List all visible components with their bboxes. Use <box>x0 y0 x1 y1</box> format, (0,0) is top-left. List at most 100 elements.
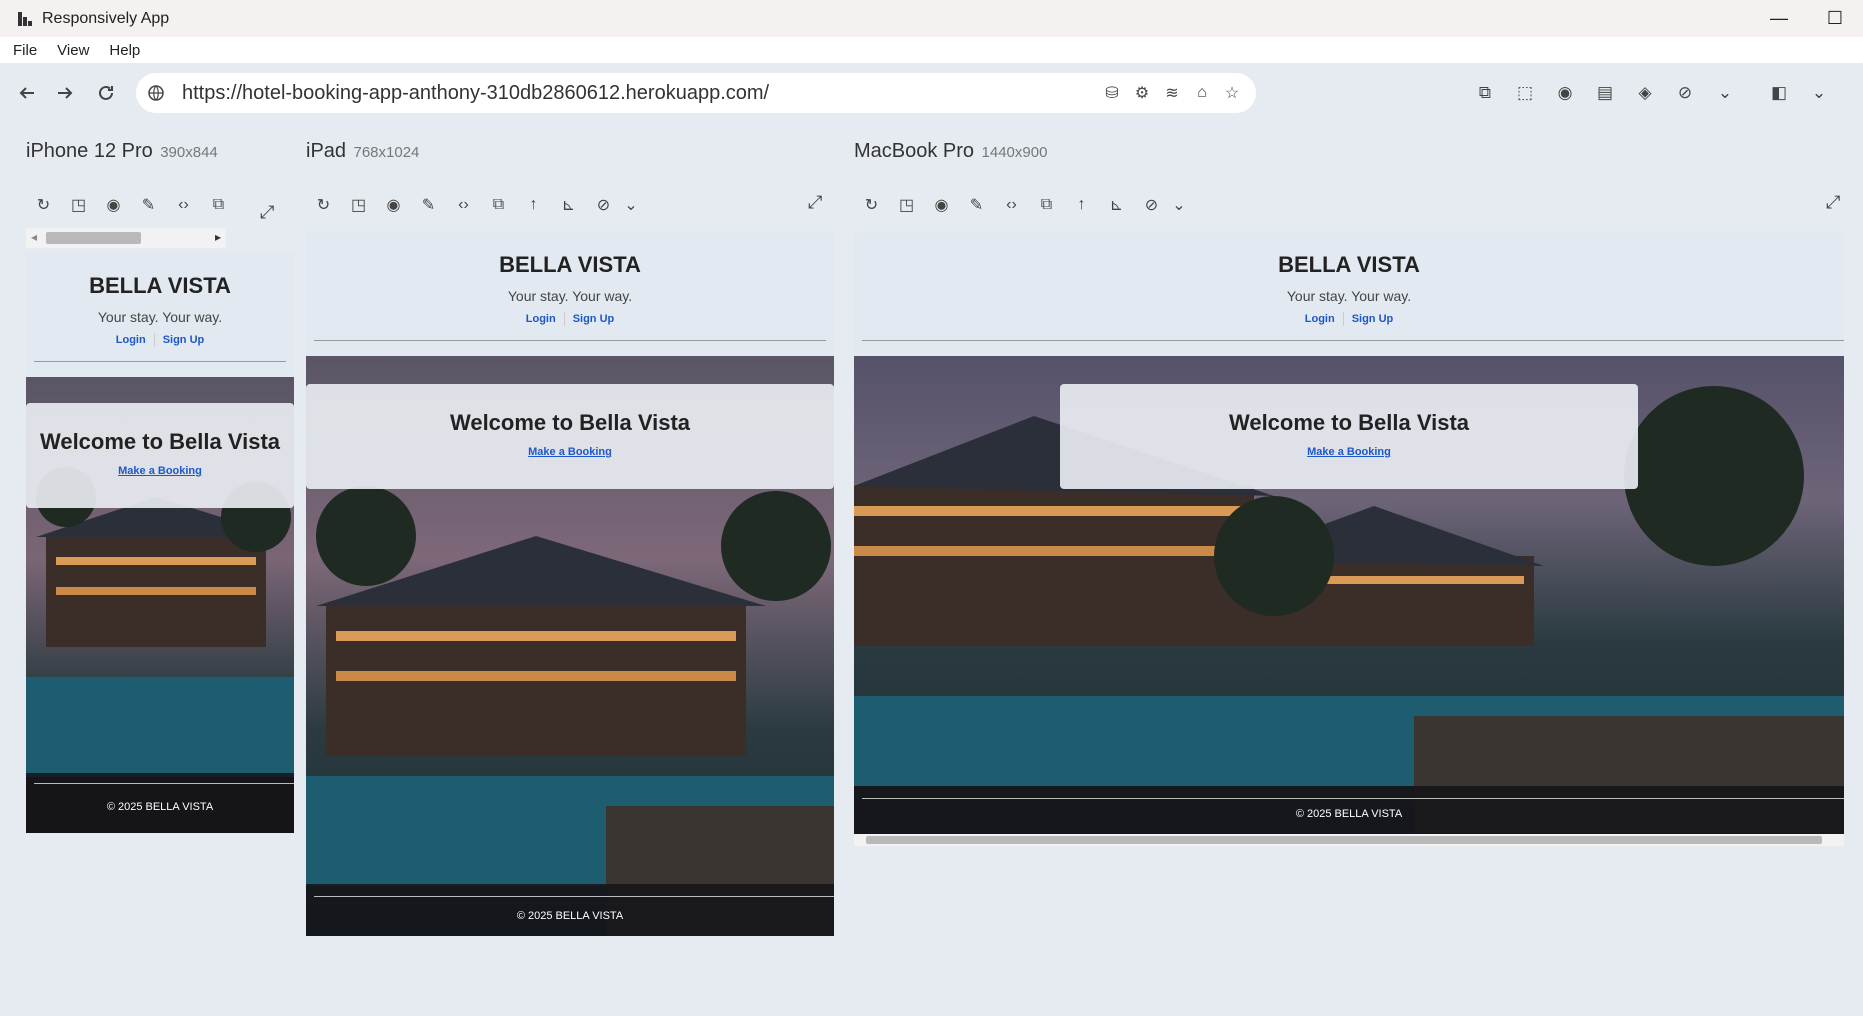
site-header: BELLA VISTA Your stay. Your way. Login S… <box>306 232 834 356</box>
footer-text: © 2025 BELLA VISTA <box>106 801 214 813</box>
device-screen: BELLA VISTA Your stay. Your way. Login S… <box>854 232 1844 834</box>
hide-eye-icon[interactable]: ⊘ <box>586 190 621 220</box>
devtools-icon[interactable]: ✎ <box>959 190 994 220</box>
make-booking-link[interactable]: Make a Booking <box>1307 446 1391 458</box>
hide-eye-icon[interactable]: ⊘ <box>1134 190 1169 220</box>
site-footer: © 2025 BELLA VISTA <box>306 884 834 936</box>
site-footer: © 2025 BELLA VISTA <box>26 773 294 833</box>
scrollbar[interactable]: ◂ ▸ <box>26 228 226 248</box>
screenshot-icon[interactable]: ◉ <box>924 190 959 220</box>
signup-link[interactable]: Sign Up <box>1352 313 1394 325</box>
scroll-up-icon[interactable]: ↑ <box>516 190 551 220</box>
welcome-card: Welcome to Bella Vista Make a Booking <box>26 403 294 508</box>
welcome-card: Welcome to Bella Vista Make a Booking <box>306 384 834 489</box>
site-header: BELLA VISTA Your stay. Your way. Login S… <box>26 253 294 377</box>
rotate-devices-icon[interactable]: ⧉ <box>1470 78 1500 108</box>
screenshot-full-icon[interactable]: ◳ <box>61 190 96 220</box>
globe-icon <box>144 78 168 108</box>
site-tagline: Your stay. Your way. <box>1286 288 1412 304</box>
device-resolution: 1440x900 <box>981 144 1048 161</box>
menu-file[interactable]: File <box>6 42 44 59</box>
app-title: Responsively App <box>42 9 170 27</box>
screenshot-full-icon[interactable]: ◳ <box>889 190 924 220</box>
welcome-card: Welcome to Bella Vista Make a Booking <box>1060 384 1638 489</box>
maximize-button[interactable]: ☐ <box>1807 0 1863 37</box>
screenshot-full-icon[interactable]: ◳ <box>341 190 376 220</box>
site-footer: © 2025 BELLA VISTA <box>854 786 1844 834</box>
fullscreen-icon[interactable]: ⤢ <box>1826 192 1840 213</box>
login-link[interactable]: Login <box>526 313 556 325</box>
device-macbook: MacBook Pro 1440x900 ↻ ◳ ◉ ✎ ‹› ⧉ ↑ ⊾ ⊘ … <box>854 140 1844 860</box>
back-icon[interactable] <box>12 78 42 108</box>
address-bar[interactable]: https://hotel-booking-app-anthony-310db2… <box>136 73 1256 113</box>
chevron-down-icon[interactable]: ⌄ <box>621 190 641 220</box>
document-icon[interactable]: ▤ <box>1590 78 1620 108</box>
minimize-button[interactable]: — <box>1751 0 1807 37</box>
footer-text: © 2025 BELLA VISTA <box>516 910 624 922</box>
site-tagline: Your stay. Your way. <box>507 288 633 304</box>
signup-link[interactable]: Sign Up <box>163 334 205 346</box>
screenshot-icon[interactable]: ◉ <box>376 190 411 220</box>
device-name: iPad <box>306 140 347 162</box>
device-resolution: 768x1024 <box>353 144 420 161</box>
make-booking-link[interactable]: Make a Booking <box>118 465 202 477</box>
device-name: iPhone 12 Pro <box>26 140 153 162</box>
signup-link[interactable]: Sign Up <box>573 313 615 325</box>
navigation-bar: https://hotel-booking-app-anthony-310db2… <box>0 63 1863 124</box>
login-link[interactable]: Login <box>1305 313 1335 325</box>
code-icon[interactable]: ‹› <box>446 190 481 220</box>
chevron-down-icon[interactable]: ⌄ <box>1710 78 1740 108</box>
rotate-icon[interactable]: ⧉ <box>481 190 516 220</box>
bookmark-star-icon[interactable]: ☆ <box>1220 78 1244 108</box>
site-tagline: Your stay. Your way. <box>97 309 223 325</box>
devtools-icon[interactable]: ✎ <box>411 190 446 220</box>
inspect-element-icon[interactable]: ⬚ <box>1510 78 1540 108</box>
welcome-heading: Welcome to Bella Vista <box>449 410 691 435</box>
code-icon[interactable]: ‹› <box>166 190 201 220</box>
welcome-heading: Welcome to Bella Vista <box>1228 410 1470 435</box>
app-logo-icon <box>18 11 32 26</box>
scrollbar[interactable] <box>854 834 1844 846</box>
scroll-up-icon[interactable]: ↑ <box>1064 190 1099 220</box>
site-header: BELLA VISTA Your stay. Your way. Login S… <box>854 232 1844 356</box>
make-booking-link[interactable]: Make a Booking <box>528 446 612 458</box>
preview-layout-icon[interactable]: ◧ <box>1764 78 1794 108</box>
forward-icon[interactable] <box>50 78 80 108</box>
clear-storage-icon[interactable]: ⛁ <box>1100 78 1124 108</box>
home-icon[interactable]: ⌂ <box>1190 78 1214 108</box>
menu-bar: File View Help <box>0 37 1863 63</box>
reload-icon[interactable]: ↻ <box>306 190 341 220</box>
device-screen: BELLA VISTA Your stay. Your way. Login S… <box>26 253 294 833</box>
site-brand: BELLA VISTA <box>1278 252 1420 277</box>
hide-eye-icon[interactable]: ⊘ <box>1670 78 1700 108</box>
add-device-icon[interactable]: + <box>1858 78 1863 108</box>
footer-text: © 2025 BELLA VISTA <box>1295 808 1403 820</box>
network-icon[interactable]: ≋ <box>1160 78 1184 108</box>
site-brand: BELLA VISTA <box>499 252 641 277</box>
chevron-down-icon[interactable]: ⌄ <box>1804 78 1834 108</box>
rotate-icon[interactable]: ⧉ <box>201 190 236 220</box>
site-brand: BELLA VISTA <box>89 273 231 298</box>
device-screen: BELLA VISTA Your stay. Your way. Login S… <box>306 232 834 936</box>
login-link[interactable]: Login <box>116 334 146 346</box>
url-text[interactable]: https://hotel-booking-app-anthony-310db2… <box>182 82 769 105</box>
menu-view[interactable]: View <box>50 42 96 59</box>
reload-icon[interactable] <box>91 78 121 108</box>
code-icon[interactable]: ‹› <box>994 190 1029 220</box>
device-name: MacBook Pro <box>854 140 975 162</box>
clear-cookies-icon[interactable]: ⚙ <box>1130 78 1154 108</box>
reload-icon[interactable]: ↻ <box>854 190 889 220</box>
chevron-down-icon[interactable]: ⌄ <box>1169 190 1189 220</box>
rotate-icon[interactable]: ⧉ <box>1029 190 1064 220</box>
fullscreen-icon[interactable]: ⤢ <box>260 202 274 223</box>
reload-icon[interactable]: ↻ <box>26 190 61 220</box>
menu-help[interactable]: Help <box>102 42 147 59</box>
screenshot-icon[interactable]: ◉ <box>1550 78 1580 108</box>
fullscreen-icon[interactable]: ⤢ <box>808 192 822 213</box>
devtools-icon[interactable]: ✎ <box>131 190 166 220</box>
screenshot-icon[interactable]: ◉ <box>96 190 131 220</box>
ruler-icon[interactable]: ⊾ <box>551 190 586 220</box>
layers-icon[interactable]: ◈ <box>1630 78 1660 108</box>
ruler-icon[interactable]: ⊾ <box>1099 190 1134 220</box>
title-bar: Responsively App — ☐ <box>0 0 1863 37</box>
